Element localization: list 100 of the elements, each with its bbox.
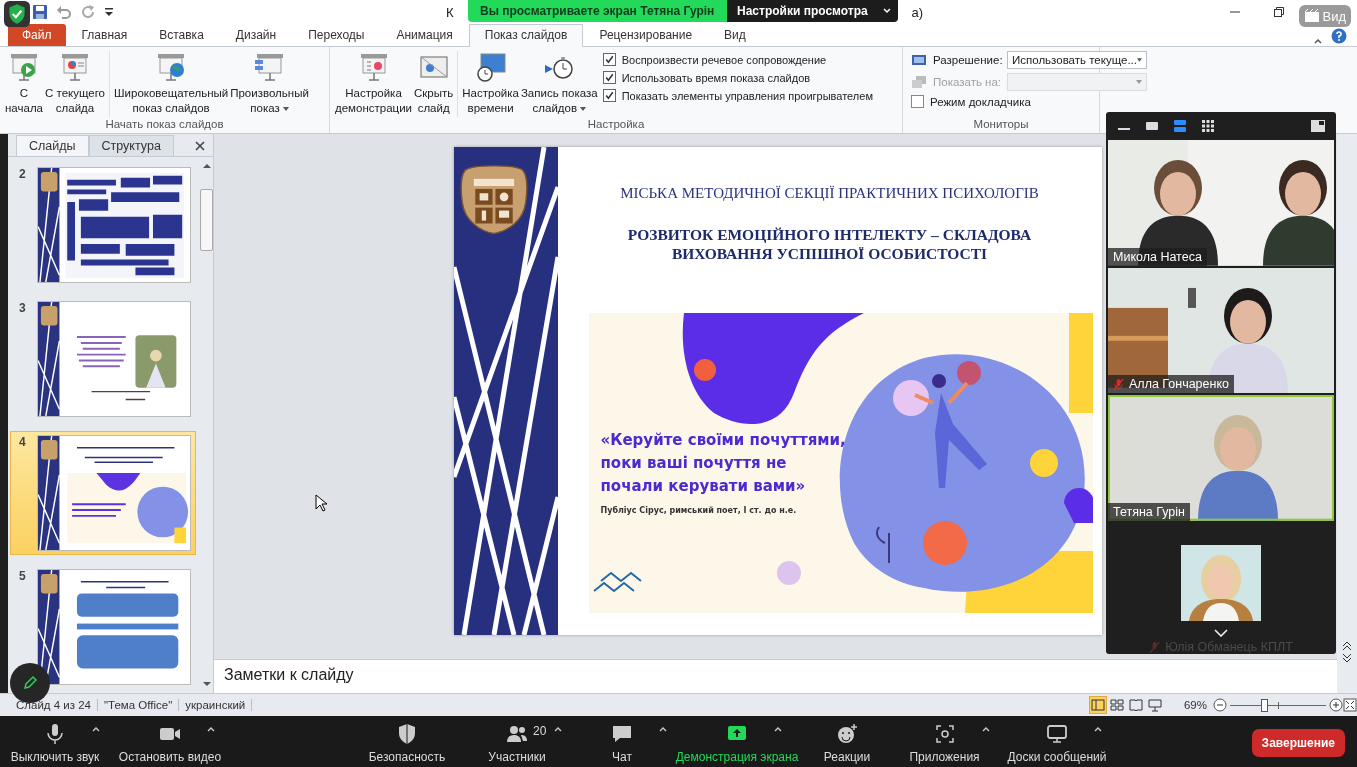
participant-name: Микола Натеса bbox=[1113, 249, 1202, 264]
dropdown-caret-icon bbox=[1136, 80, 1142, 84]
view-mode-icon[interactable] bbox=[1146, 697, 1163, 713]
layout-icon[interactable] bbox=[1172, 117, 1188, 134]
fit-slide-icon[interactable] bbox=[1343, 698, 1357, 712]
projector-screen-icon bbox=[253, 51, 286, 83]
resolution-dropdown[interactable]: Использовать текуще... bbox=[1007, 51, 1147, 69]
previous-slide-icon[interactable] bbox=[1342, 641, 1352, 651]
meeting-control[interactable]: Чат bbox=[572, 721, 672, 764]
ribbon-tab[interactable]: Дизайн bbox=[219, 24, 293, 46]
ribbon-tab[interactable]: Главная bbox=[65, 24, 144, 46]
meeting-control[interactable]: Реакции bbox=[802, 721, 892, 764]
group-label: Начать показ слайдов bbox=[104, 117, 225, 132]
ribbon-button[interactable]: Настройка времени bbox=[461, 51, 520, 116]
view-mode-icon[interactable] bbox=[1089, 697, 1106, 713]
projector-screen-icon bbox=[59, 51, 91, 83]
participant-name: Тетяна Гурін bbox=[1113, 505, 1185, 519]
meeting-control[interactable]: 20 Участники bbox=[462, 721, 572, 764]
scroll-up-icon[interactable] bbox=[201, 161, 212, 171]
restore-icon[interactable] bbox=[1273, 6, 1285, 18]
status-text: украинский bbox=[179, 699, 253, 711]
slide-title: РОЗВИТОК ЕМОЦІЙНОГО ІНТЕЛЕКТУ – СКЛАДОВА ВИХОВАННЯ УСПІШНОЇ ОСОБИСТОСТІ bbox=[627, 225, 1032, 263]
scrollbar[interactable] bbox=[1337, 134, 1357, 693]
save-icon[interactable] bbox=[32, 4, 48, 20]
view-mode-icon[interactable] bbox=[1108, 697, 1125, 713]
undo-icon[interactable] bbox=[56, 4, 72, 20]
slide-thumbnail[interactable]: 3 bbox=[10, 297, 196, 421]
notes-field[interactable]: Заметки к слайду bbox=[214, 659, 1337, 693]
window-title: К bbox=[446, 4, 454, 20]
smiley-plus-icon bbox=[835, 721, 859, 746]
end-meeting-button[interactable]: Завершение bbox=[1251, 728, 1345, 757]
zoom-in-icon[interactable] bbox=[1329, 698, 1343, 712]
meeting-control[interactable]: Демонстрация экрана bbox=[672, 721, 802, 764]
screen-share-banner: Вы просматриваете экран Тетяна Гурін bbox=[468, 0, 727, 22]
show-on-label: Показать на: bbox=[933, 76, 1001, 88]
ribbon-button[interactable]: С начала bbox=[4, 51, 44, 116]
help-icon[interactable] bbox=[1331, 28, 1347, 44]
checkbox-label: Воспроизвести речевое сопровождение bbox=[621, 53, 827, 66]
status-text: "Тема Office" bbox=[98, 699, 180, 711]
ribbon-tab[interactable]: Вид bbox=[708, 24, 762, 46]
meeting-control[interactable]: Остановить видео bbox=[110, 721, 230, 764]
ribbon-tab[interactable]: Рецензирование bbox=[583, 24, 709, 46]
pop-out-icon[interactable] bbox=[1310, 117, 1326, 134]
ribbon-tab[interactable]: Анимация bbox=[380, 24, 469, 46]
ribbon-button[interactable]: Запись показа слайдов bbox=[519, 51, 599, 116]
checkbox-label: Показать элементы управления проигрывателем bbox=[621, 89, 873, 102]
stopwatch-icon bbox=[474, 51, 507, 83]
next-slide-icon[interactable] bbox=[1342, 653, 1352, 663]
ribbon-tab[interactable]: Вставка bbox=[143, 24, 220, 46]
file-tab[interactable]: Файл bbox=[8, 24, 66, 46]
ribbon-button[interactable]: Настройка демонстрации bbox=[334, 51, 413, 116]
checkbox[interactable] bbox=[911, 95, 924, 108]
slide-number: 3 bbox=[18, 301, 27, 315]
view-mode-icon[interactable] bbox=[1127, 697, 1144, 713]
checkbox-label: Использовать время показа слайдов bbox=[621, 71, 811, 84]
quote-attribution: Публіус Сірус, римський поет, І ст. до н.е. bbox=[600, 506, 798, 515]
scroll-down-icon[interactable] bbox=[201, 679, 212, 689]
ribbon-button[interactable]: Широковещательный показ слайдов bbox=[113, 51, 230, 116]
checkbox[interactable] bbox=[602, 71, 616, 84]
slide-header: МІСЬКА МЕТОДИЧНОЇ СЕКЦІЇ ПРАКТИЧНИХ ПСИХОЛОГІВ bbox=[620, 185, 1039, 202]
mouse-cursor-icon bbox=[315, 494, 327, 512]
dropdown-caret-icon bbox=[1136, 58, 1142, 62]
collapse-ribbon-icon[interactable] bbox=[1313, 36, 1323, 46]
checkbox-label: Режим докладчика bbox=[930, 95, 1031, 108]
ribbon-tab[interactable]: Показ слайдов bbox=[468, 24, 584, 47]
panel-tab[interactable]: Слайды bbox=[16, 135, 89, 156]
slider-thumb[interactable] bbox=[1260, 699, 1268, 712]
clapperboard-icon bbox=[1304, 8, 1321, 24]
monitor-icon bbox=[911, 52, 927, 68]
slide-number: 5 bbox=[18, 569, 27, 583]
ribbon-button[interactable]: Произвольный показ bbox=[229, 51, 310, 116]
view-options-button[interactable]: Настройки просмотра bbox=[727, 0, 898, 22]
meeting-control[interactable]: Приложения bbox=[892, 721, 997, 764]
group-label: Мониторы bbox=[972, 117, 1030, 132]
pencil-icon bbox=[22, 675, 38, 691]
window-title: а) bbox=[911, 4, 924, 20]
meeting-control[interactable]: Безопасность bbox=[352, 721, 462, 764]
slide-thumbnail[interactable]: 4 bbox=[10, 431, 196, 555]
chevron-down-icon bbox=[881, 6, 892, 16]
close-icon[interactable] bbox=[195, 141, 205, 151]
customize-toolbar-icon[interactable] bbox=[104, 7, 114, 17]
scrollbar-thumb[interactable] bbox=[200, 189, 213, 251]
layout-icon[interactable] bbox=[1200, 117, 1216, 134]
zoom-out-icon[interactable] bbox=[1213, 698, 1227, 712]
slide-thumbnail[interactable]: 2 bbox=[10, 163, 196, 287]
meeting-control[interactable]: Доски сообщений bbox=[997, 721, 1117, 764]
ribbon-button[interactable]: С текущего слайда bbox=[44, 51, 106, 116]
ribbon-tab[interactable]: Переходы bbox=[292, 24, 381, 46]
slide-number: 2 bbox=[18, 167, 27, 181]
panel-tab[interactable]: Структура bbox=[88, 135, 174, 156]
zoom-slider[interactable] bbox=[1230, 698, 1326, 712]
meeting-control[interactable]: Выключить звук bbox=[0, 721, 110, 764]
zoom-percent[interactable]: 69% bbox=[1183, 699, 1207, 711]
ribbon-button[interactable]: Скрыть слайд bbox=[413, 51, 455, 116]
chevron-down-icon[interactable] bbox=[1214, 629, 1228, 637]
checkbox[interactable] bbox=[602, 53, 616, 66]
group-label: Настройка bbox=[586, 117, 646, 132]
resolution-label: Разрешение: bbox=[933, 54, 1001, 66]
slide-thumbnail[interactable]: 5 bbox=[10, 565, 196, 689]
checkbox[interactable] bbox=[602, 89, 616, 102]
